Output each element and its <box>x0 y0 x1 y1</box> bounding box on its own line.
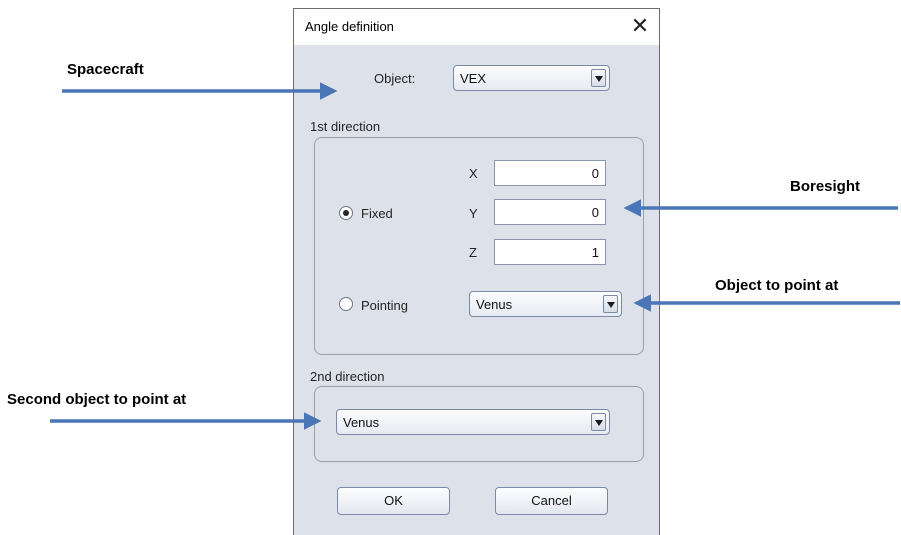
annotation-arrows <box>50 82 900 430</box>
